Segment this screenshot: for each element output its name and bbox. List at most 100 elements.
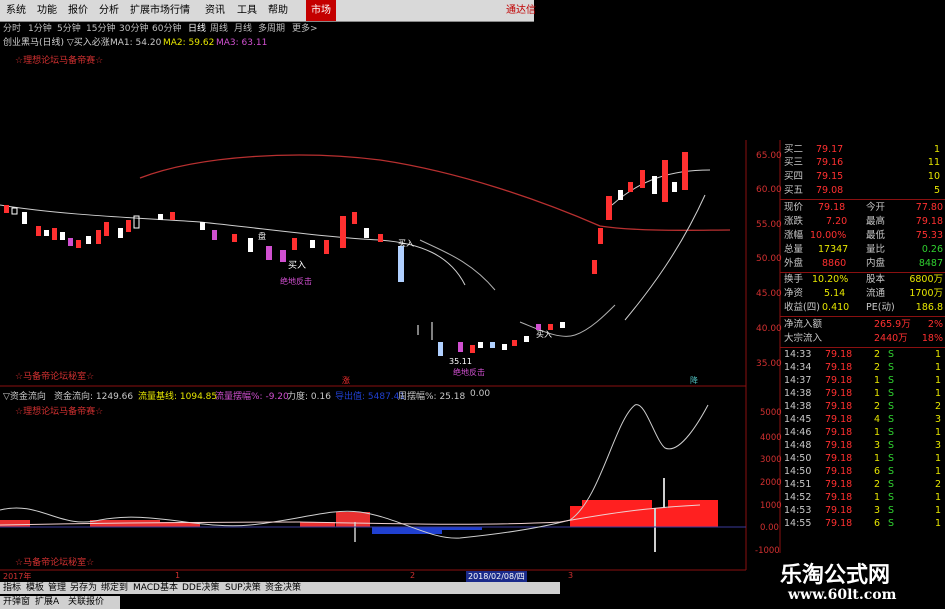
candle (158, 214, 163, 220)
candle (618, 190, 623, 200)
candle (352, 212, 357, 224)
main-y-axis: 65.00 60.00 55.00 50.00 45.00 40.00 35.0… (756, 151, 782, 369)
candle (22, 212, 27, 224)
candle (60, 232, 65, 240)
candle (652, 176, 657, 194)
y-tick: 45.00 (756, 289, 782, 299)
tab-save-as[interactable]: 另存为 (70, 582, 97, 594)
candle (682, 152, 688, 190)
candle (672, 182, 677, 192)
indicator-top-note: ☆理想论坛马备帝赛☆ (15, 407, 104, 417)
candle (470, 345, 475, 353)
stat-row: 总量 17347 量比 0.26 (784, 244, 943, 255)
time-axis: 2017年 1 2 2018/02/08/四 3 (0, 571, 745, 582)
ma-rise-line (624, 194, 706, 321)
bottom-toolbar: 开弹窗 扩展A 关联报价 (0, 596, 120, 609)
flow-value: 资金流向: 1249.66 (54, 392, 134, 402)
flow-row: 大宗流入 2440万 18% (784, 333, 943, 344)
candle (340, 216, 346, 248)
stat-row: 收益(四) 0.410 PE(动) 186.8 (784, 302, 943, 313)
tab-sup[interactable]: SUP决策 (225, 582, 261, 594)
bid-row[interactable]: 买四 79.15 10 (780, 171, 945, 183)
candle (502, 344, 507, 350)
tick-row: 14:38 79.18 2 S 2 (784, 401, 941, 412)
candle (118, 228, 123, 238)
tick-row: 14:46 79.18 1 S 1 (784, 427, 941, 438)
week-amp-value: 周摆幅%: 25.18 (398, 392, 466, 402)
candle (200, 222, 205, 230)
bottom-tag: 绝地反击 (280, 277, 312, 286)
candle (606, 196, 612, 220)
candle (212, 230, 217, 240)
bid-row[interactable]: 买二 79.17 1 (780, 144, 945, 156)
candle (96, 230, 101, 244)
watermark-url: www.60lt.com (788, 587, 897, 603)
candle (490, 342, 495, 348)
candle (292, 238, 297, 250)
indicator-bottom-note: ☆马备帝论坛秘室☆ (15, 558, 95, 568)
stat-row: 净资 5.14 流通 1700万 (784, 288, 943, 299)
candle (68, 238, 73, 246)
candle (280, 250, 286, 262)
y-tick: 55.00 (756, 220, 782, 230)
bid-row[interactable]: 买五 79.08 5 (780, 185, 945, 197)
flow-bars (0, 478, 718, 552)
tick-row: 14:55 79.18 6 S 1 (784, 518, 941, 529)
stat-row: 涨幅 10.00% 最低 75.33 (784, 230, 943, 241)
candle (76, 240, 81, 248)
tick-row: 14:53 79.18 3 S 1 (784, 505, 941, 516)
y-tick: 65.00 (756, 151, 782, 161)
stat-row: 涨跌 7.20 最高 79.18 (784, 216, 943, 227)
tab-macd[interactable]: MACD基本 (133, 582, 178, 594)
tick-row: 14:45 79.18 4 S 3 (784, 414, 941, 425)
tab-template[interactable]: 模板 (26, 582, 44, 594)
cursor-date: 2018/02/08/四 (466, 571, 527, 582)
month-label: 3 (568, 571, 574, 580)
tab-related-quote[interactable]: 关联报价 (68, 596, 104, 609)
tab-manage[interactable]: 管理 (48, 582, 66, 594)
candle (598, 228, 603, 244)
low-price-label: 35.11 (449, 357, 472, 366)
month-label: 2 (410, 571, 416, 580)
y-tick: 35.00 (756, 359, 782, 369)
y-tick: 3000 (760, 455, 782, 465)
tab-extend[interactable]: 扩展A (35, 596, 59, 609)
tick-row: 14:38 79.18 1 S 1 (784, 388, 941, 399)
force-value: 力度: 0.16 (287, 392, 331, 402)
amp-value: 流量摆幅%: -9.20 (215, 392, 289, 402)
candle (478, 342, 483, 348)
watermark-title: 乐淘公式网 (780, 562, 891, 588)
bottom-tag: 绝地反击 (453, 368, 485, 377)
rise-marker: 涨 (342, 376, 350, 385)
base-value: 流量基线: 1094.85 (138, 392, 218, 402)
candle (560, 322, 565, 328)
bid-row[interactable]: 买三 79.16 11 (780, 157, 945, 169)
main-top-note: ☆理想论坛马备帝赛☆ (15, 56, 104, 66)
indicator-header: ▽资金流向 资金流向: 1249.66 流量基线: 1094.85 流量摆幅%:… (0, 389, 746, 402)
y-tick: 50.00 (756, 254, 782, 264)
ma-long-line (139, 154, 731, 231)
candle (52, 228, 57, 240)
candle (378, 234, 383, 242)
tick-row: 14:33 79.18 2 S 1 (784, 349, 941, 360)
tab-popup[interactable]: 开弹窗 (3, 596, 30, 609)
tab-dde[interactable]: DDE决策 (182, 582, 220, 594)
candle (512, 340, 517, 346)
site-watermark: 乐淘公式网 www.60lt.com (762, 553, 945, 609)
candle (248, 238, 253, 252)
plate-annotation: 盘 (258, 232, 266, 241)
indicator-tabs: 指标 模板 管理 另存为 绑定到 MACD基本 DDE决策 SUP决策 资金决策 (0, 582, 560, 594)
tab-fund-decision[interactable]: 资金决策 (265, 582, 301, 594)
indicator-title[interactable]: ▽资金流向 (3, 389, 46, 402)
candle (592, 260, 597, 274)
tick-row: 14:37 79.18 1 S 1 (784, 375, 941, 386)
zero-value: 0.00 (470, 389, 491, 399)
tick-row: 14:52 79.18 1 S 1 (784, 492, 941, 503)
tab-indicator[interactable]: 指标 (3, 582, 21, 594)
tick-row: 14:34 79.18 2 S 1 (784, 362, 941, 373)
main-bottom-note: ☆马备帝论坛秘室☆ (15, 372, 95, 382)
candle (324, 240, 329, 254)
y-tick: 40.00 (756, 324, 782, 334)
tab-bind[interactable]: 绑定到 (101, 582, 128, 594)
candle (266, 246, 272, 260)
